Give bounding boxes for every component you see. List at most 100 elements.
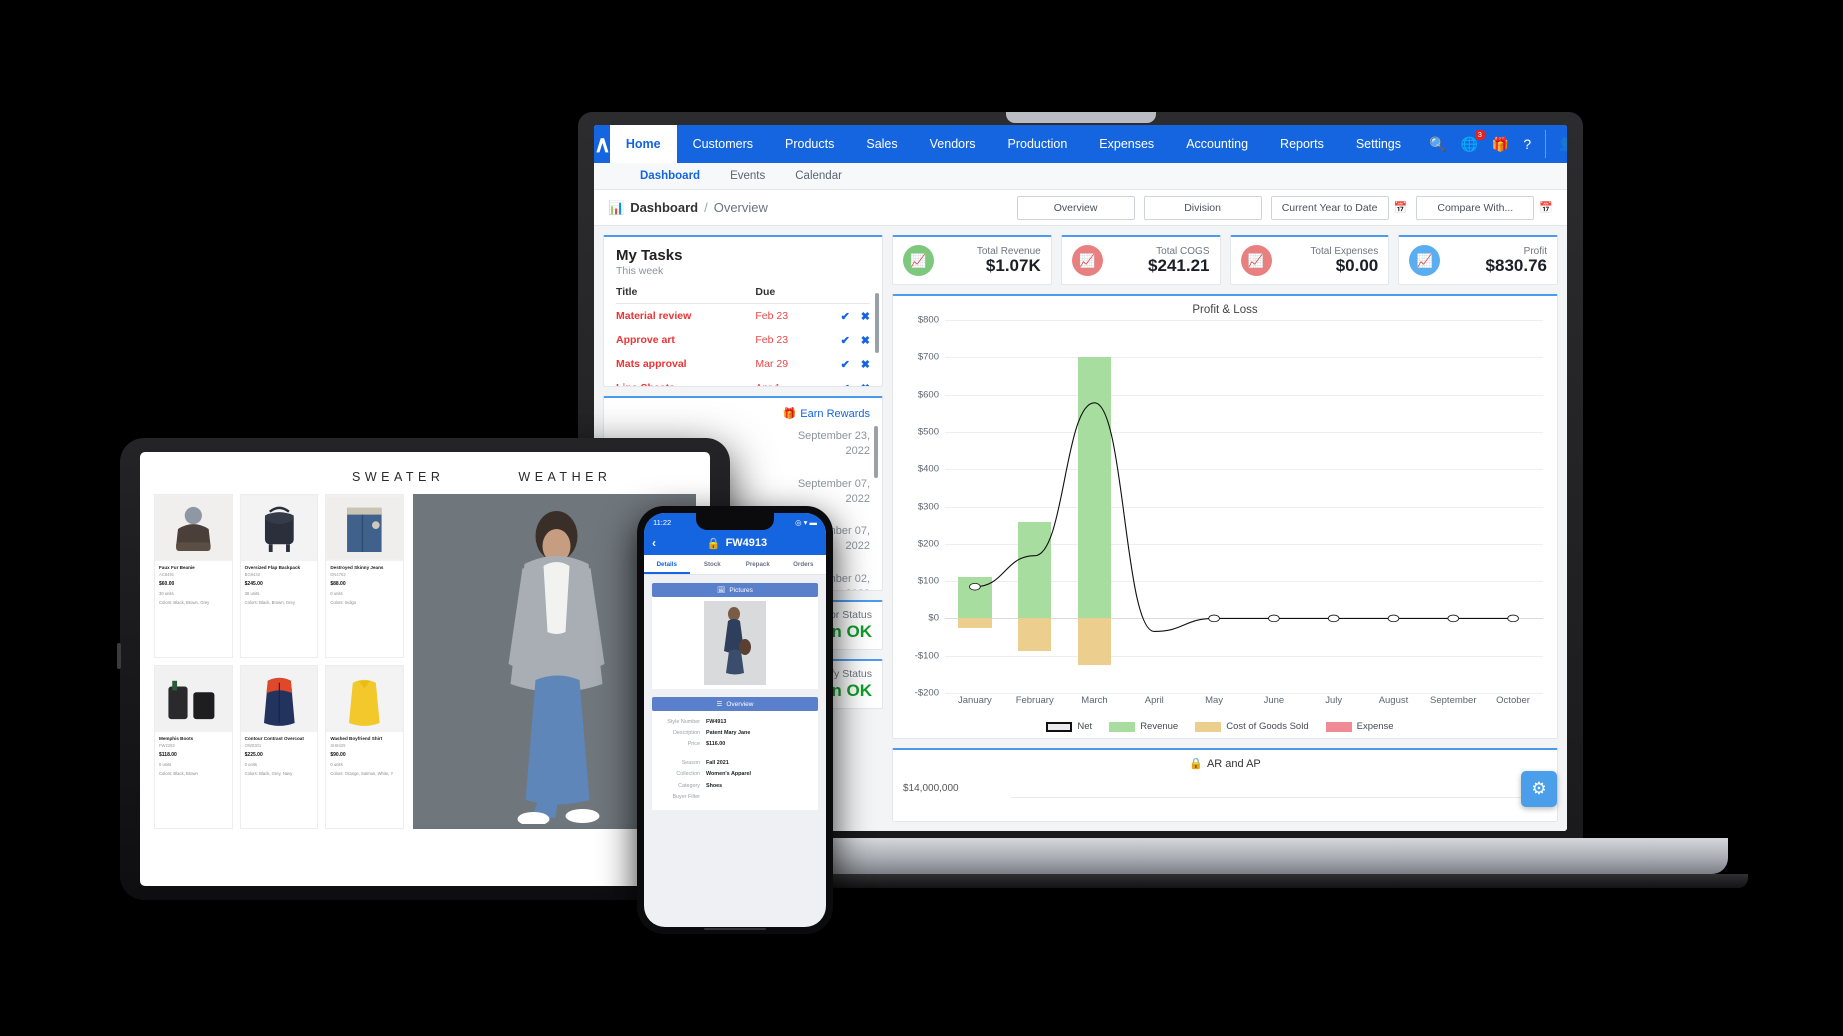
tablet-side-button[interactable] [117,643,121,669]
task-due: Mar 29 [755,358,789,370]
x-axis-tick: August [1378,695,1409,706]
tab-orders[interactable]: Orders [781,555,827,574]
subnav-item-calendar[interactable]: Calendar [795,170,842,182]
kpi-total-revenue[interactable]: 📈 Total Revenue $1.07K [892,235,1052,285]
net-data-point[interactable] [1448,615,1459,622]
user-menu[interactable]: 👤 am view ▾ [1545,130,1567,158]
y-axis-tick: $0 [928,612,939,624]
product-card[interactable]: Faux Fur Beanie AC8491 $60.00 30 units Color… [154,494,233,658]
tab-details[interactable]: Details [644,555,690,574]
product-name: Faux Fur Beanie [159,565,195,570]
expenses-chart-icon: 📈 [1240,245,1272,276]
breadcrumb-bar: 📊 Dashboard / Overview Overview Division… [594,190,1567,226]
product-card[interactable]: Washed Boyfriend Shirt SH8429 $90.00 0 unit… [325,665,404,829]
product-units: 30 units [159,590,174,596]
breadcrumb-root[interactable]: Dashboard [630,200,698,215]
kpi-total-cogs[interactable]: 📈 Total COGS $241.21 [1060,235,1221,285]
top-navigation-bar: ∧ Home Customers Products Sales Vendors … [594,125,1567,163]
net-data-point[interactable] [1328,615,1339,622]
globe-icon[interactable]: 🌐 3 [1460,130,1485,151]
nav-item-products[interactable]: Products [769,125,850,163]
filter-selectors: Overview Division Current Year to Date 📅… [1016,195,1553,220]
task-dismiss-icon[interactable]: ✖ [861,359,870,371]
legend-item-expense[interactable]: Expense [1325,721,1394,732]
task-dismiss-icon[interactable]: ✖ [861,383,870,387]
product-units: 0 units [159,761,172,767]
task-dismiss-icon[interactable]: ✖ [861,335,870,347]
news-date: September 07, 2022 [797,477,870,505]
net-data-point[interactable] [1209,615,1220,622]
task-title: Line Sheets [616,376,755,386]
product-card[interactable]: Memphis Boots FW2292 $118.00 0 units Colors:… [154,665,233,829]
legend-item-cogs[interactable]: Cost of Goods Sold [1195,721,1309,732]
overview-section-header[interactable]: ☰ Overview [652,697,818,711]
task-complete-icon[interactable]: ✔ [841,335,850,347]
nav-item-reports[interactable]: Reports [1264,125,1340,163]
pictures-section-header[interactable]: 🖼 Pictures [652,583,818,597]
kpi-total-expenses[interactable]: 📈 Total Expenses $0.00 [1229,235,1390,285]
product-card[interactable]: Oversized Flap Backpack BG9432 $245.00 36 u… [239,494,319,658]
product-info: Contour Contrast Overcoat OW0301 $225.00 0 … [241,732,318,783]
selector-compare[interactable]: Compare With... [1416,195,1535,220]
nav-item-settings[interactable]: Settings [1340,125,1417,163]
y-axis-tick: $300 [917,501,939,512]
nav-item-production[interactable]: Production [992,125,1084,163]
calendar-icon-compare[interactable]: 📅 [1539,201,1553,214]
nav-item-expenses[interactable]: Expenses [1083,125,1170,163]
nav-item-customers[interactable]: Customers [677,125,769,163]
task-complete-icon[interactable]: ✔ [841,311,850,323]
x-axis-tick: May [1205,695,1224,706]
earn-rewards-link[interactable]: 🎁 Earn Rewards [783,407,870,421]
product-photo[interactable] [704,601,766,685]
screenshot-stage: ∧ Home Customers Products Sales Vendors … [0,0,1843,1036]
subnav-item-dashboard[interactable]: Dashboard [640,170,700,182]
legend-item-revenue[interactable]: Revenue [1109,721,1178,732]
subnav-item-events[interactable]: Events [730,170,765,182]
app-logo[interactable]: ∧ [594,125,611,163]
task-complete-icon[interactable]: ✔ [841,383,850,387]
nav-item-accounting[interactable]: Accounting [1170,125,1264,163]
product-card[interactable]: Destroyed Skinny Jeans DN4762 $88.00 0 unit… [325,494,404,658]
task-complete-icon[interactable]: ✔ [841,359,850,371]
news-scrollbar[interactable] [874,426,878,478]
field-value: Patent Mary Jane [706,729,751,736]
table-row[interactable]: Approve art Feb 23 ✔ ✖ [616,328,870,352]
net-data-point[interactable] [970,583,981,590]
table-row[interactable]: Mats approval Mar 29 ✔ ✖ [616,352,870,376]
tab-prepack[interactable]: Prepack [735,555,781,574]
legend-swatch-cogs [1195,721,1222,732]
help-icon[interactable]: ? [1523,137,1531,151]
legend-item-net[interactable]: Net [1046,721,1092,732]
phone-notch [696,513,774,530]
search-icon[interactable]: 🔍 [1429,137,1446,151]
table-row[interactable]: Line Sheets Apr 1 ✔ ✖ [616,376,870,387]
nav-item-sales[interactable]: Sales [850,125,913,163]
kpi-text: Total Revenue $1.07K [942,246,1041,276]
kpi-profit[interactable]: 📈 Profit $830.76 [1398,235,1558,285]
profit-chart-icon: 📈 [1409,245,1441,276]
product-name: Destroyed Skinny Jeans [330,565,384,570]
net-data-point[interactable] [1269,615,1280,622]
selector-period[interactable]: Current Year to Date [1270,195,1389,220]
calendar-icon[interactable]: 📅 [1394,201,1408,214]
net-data-point[interactable] [1388,615,1399,622]
tablet-header-word-2: WEATHER [518,470,612,484]
settings-fab[interactable]: ⚙ [1521,771,1557,807]
selector-overview[interactable]: Overview [1016,195,1135,220]
tab-stock[interactable]: Stock [690,555,736,574]
selector-division[interactable]: Division [1143,195,1262,220]
product-card[interactable]: Contour Contrast Overcoat OW0301 $225.00 0 … [239,665,319,829]
net-data-point[interactable] [1508,615,1519,622]
news-header: 🎁 Earn Rewards [616,407,870,421]
tasks-scrollbar[interactable] [875,293,879,353]
table-row[interactable]: Material review Feb 23 ✔ ✖ [616,304,870,329]
gift-icon[interactable]: 🎁 [1492,137,1509,151]
legend-label-cogs: Cost of Goods Sold [1226,721,1309,732]
task-dismiss-icon[interactable]: ✖ [861,311,870,323]
nav-item-vendors[interactable]: Vendors [914,125,992,163]
nav-item-home[interactable]: Home [609,125,677,163]
ar-ap-title-wrap: 🔒 AR and AP [903,757,1547,771]
product-image [155,666,232,732]
kpi-value: $830.76 [1485,255,1547,275]
tablet-header: SWEATER WEATHER [140,452,710,494]
